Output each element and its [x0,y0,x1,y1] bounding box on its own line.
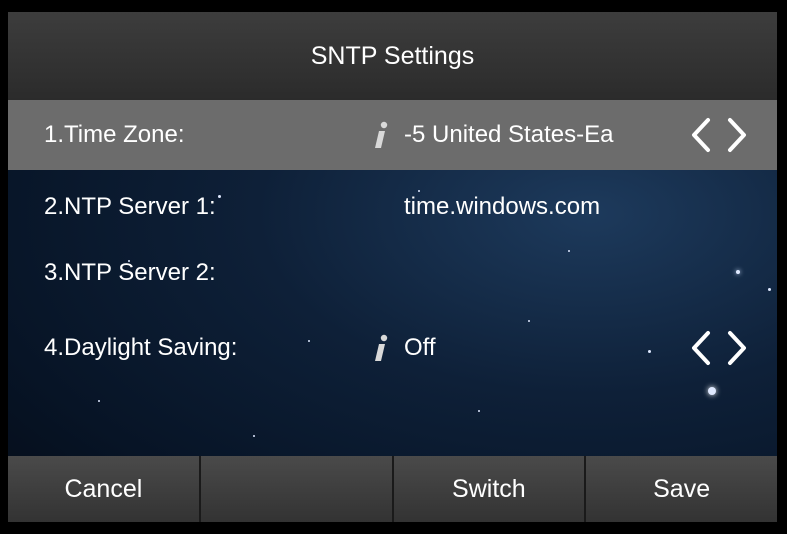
setting-label-ntp-server-2: 3.NTP Server 2: [44,259,216,286]
setting-value-ntp-server-1[interactable]: time.windows.com [404,193,744,221]
chevron-right-icon[interactable] [724,117,750,153]
setting-row-ntp-server-2[interactable]: 3.NTP Server 2: [8,238,777,308]
setting-row-time-zone[interactable]: 1.Time Zone: -5 United States-Ea [8,100,777,170]
switch-button[interactable]: Switch [393,456,587,522]
setting-label-daylight-saving: 4.Daylight Saving: [44,334,238,361]
chevron-right-icon[interactable] [724,330,750,366]
screen-bezel-right [777,0,787,534]
setting-value-time-zone[interactable]: -5 United States-Ea [404,121,664,149]
page-title: SNTP Settings [8,12,777,100]
setting-row-daylight-saving[interactable]: 4.Daylight Saving: Off [8,313,777,383]
value-switcher [688,330,750,366]
star [708,387,716,395]
info-icon[interactable] [370,120,390,150]
chevron-left-icon[interactable] [688,330,714,366]
setting-row-ntp-server-1[interactable]: 2.NTP Server 1: time.windows.com [8,172,777,242]
star [98,400,100,402]
screen-bezel-left [0,0,8,534]
value-switcher [688,117,750,153]
page-title-text: SNTP Settings [310,41,475,70]
info-icon[interactable] [370,333,390,363]
chevron-left-icon[interactable] [688,117,714,153]
star [478,410,480,412]
setting-label-time-zone: 1.Time Zone: [44,121,185,148]
star [253,435,255,437]
softkey-bar: Cancel Switch Save [8,456,777,522]
empty-softkey[interactable] [200,456,394,522]
setting-value-daylight-saving[interactable]: Off [404,334,664,362]
save-button[interactable]: Save [586,456,777,522]
setting-label-ntp-server-1: 2.NTP Server 1: [44,193,216,220]
cancel-button[interactable]: Cancel [8,456,201,522]
screen-bezel-bottom [0,522,787,534]
screen-bezel-top [0,0,787,12]
